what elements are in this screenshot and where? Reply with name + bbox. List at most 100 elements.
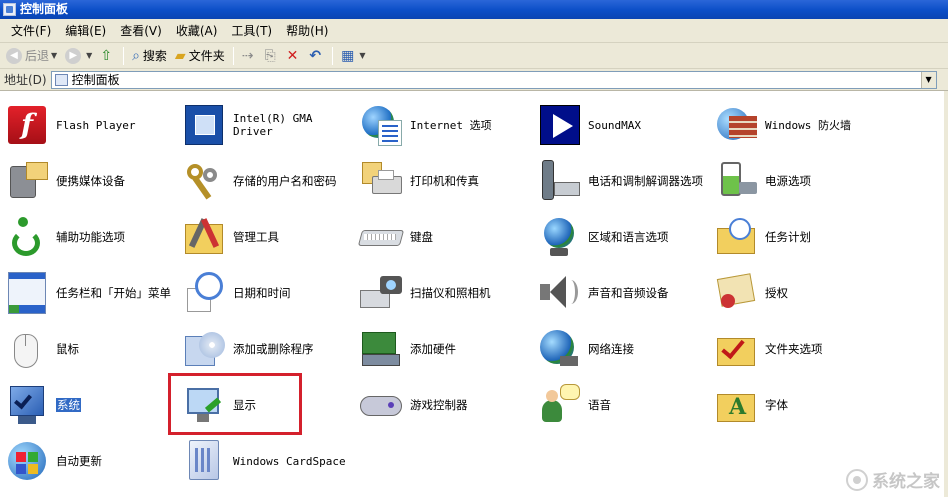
- add-hardware-icon: [358, 326, 404, 372]
- cp-item-regional-language[interactable]: 区域和语言选项: [536, 212, 712, 262]
- cp-item-stored-passwords[interactable]: 存储的用户名和密码: [181, 156, 357, 206]
- cp-item-add-hardware[interactable]: 添加硬件: [358, 324, 534, 374]
- cp-item-soundmax[interactable]: SoundMAX: [536, 100, 712, 150]
- chevron-down-icon[interactable]: ▼: [920, 71, 936, 88]
- cp-item-label-text: 显示: [233, 397, 256, 412]
- cp-item-administrative-tools[interactable]: 管理工具: [181, 212, 357, 262]
- system-icon: [4, 382, 50, 428]
- cp-item-licensing[interactable]: 授权: [713, 268, 889, 318]
- automatic-updates-icon: [4, 438, 50, 484]
- portable-media-devices-icon: [4, 158, 50, 204]
- cp-item-label: Intel(R) GMA Driver: [233, 112, 351, 138]
- watermark-logo-icon: [846, 468, 868, 491]
- cp-item-date-time[interactable]: 日期和时间: [181, 268, 357, 318]
- cp-item-portable-media-devices[interactable]: 便携媒体设备: [4, 156, 180, 206]
- toolbar: ◀ 后退 ▼ ▶ ▼ ⇧ ⌕ 搜索 ▰ 文件夹 ⇢ ⎘ ✕ ↶ ▦ ▼: [0, 43, 948, 69]
- cp-item-label: 辅助功能选项: [56, 230, 174, 244]
- cp-item-label-text: Flash Player: [56, 118, 136, 132]
- delete-button[interactable]: ✕: [284, 45, 305, 67]
- cp-item-accessibility[interactable]: 辅助功能选项: [4, 212, 180, 262]
- soundmax-icon: [536, 102, 582, 148]
- cp-item-label: 任务栏和「开始」菜单: [56, 285, 174, 300]
- cp-item-label-text: 存储的用户名和密码: [233, 173, 337, 188]
- back-button[interactable]: ◀ 后退 ▼: [3, 45, 60, 67]
- cp-item-label: 鼠标: [56, 342, 174, 356]
- cp-item-label: Windows CardSpace: [233, 455, 351, 468]
- cp-item-sounds-audio[interactable]: 声音和音频设备: [536, 268, 712, 318]
- cp-item-label: 游戏控制器: [410, 397, 528, 412]
- cp-item-scheduled-tasks[interactable]: 任务计划: [713, 212, 889, 262]
- intel-gma-driver-icon: [181, 102, 227, 148]
- cp-item-label-text: 任务栏和「开始」菜单: [56, 285, 171, 300]
- sounds-audio-icon: [536, 270, 582, 316]
- cp-item-automatic-updates[interactable]: 自动更新: [4, 436, 180, 486]
- cp-item-game-controllers[interactable]: 游戏控制器: [358, 380, 534, 430]
- display-icon: [181, 382, 227, 428]
- cp-item-label: 扫描仪和照相机: [410, 285, 528, 300]
- cp-item-fonts[interactable]: A 字体: [713, 380, 889, 430]
- chevron-down-icon[interactable]: ▼: [86, 51, 92, 60]
- forward-button[interactable]: ▶ ▼: [62, 45, 95, 67]
- cp-item-folder-options[interactable]: 文件夹选项: [713, 324, 889, 374]
- cp-item-flash-player[interactable]: f Flash Player: [4, 100, 180, 150]
- chevron-down-icon[interactable]: ▼: [359, 51, 365, 60]
- cp-item-network-connections[interactable]: 网络连接: [536, 324, 712, 374]
- menu-favorites[interactable]: 收藏(A): [169, 22, 225, 39]
- cp-item-label-text: 自动更新: [56, 453, 102, 468]
- cp-item-printers-faxes[interactable]: 打印机和传真: [358, 156, 534, 206]
- cp-item-display[interactable]: 显示: [181, 380, 357, 430]
- move-to-button[interactable]: ⇢: [239, 45, 260, 67]
- cp-item-phone-modem[interactable]: 电话和调制解调器选项: [536, 156, 712, 206]
- cp-item-power-options[interactable]: 电源选项: [713, 156, 889, 206]
- cp-item-label-text: 添加硬件: [410, 341, 456, 356]
- cp-item-label-text: 扫描仪和照相机: [410, 285, 491, 300]
- cp-item-label-text: 授权: [765, 285, 788, 300]
- copy-to-button[interactable]: ⎘: [261, 45, 281, 67]
- cp-item-label-text: 文件夹选项: [765, 341, 823, 356]
- move-to-icon: ⇢: [241, 47, 254, 64]
- cp-item-label: Internet 选项: [410, 119, 528, 132]
- menu-view[interactable]: 查看(V): [113, 22, 169, 39]
- cp-item-label-text: 游戏控制器: [410, 397, 468, 412]
- address-input[interactable]: 控制面板 ▼: [50, 70, 937, 89]
- windows-cardspace-icon: [181, 438, 227, 484]
- menu-file[interactable]: 文件(F): [4, 22, 58, 39]
- cp-item-system[interactable]: 系统: [4, 380, 180, 430]
- menu-edit[interactable]: 编辑(E): [58, 22, 113, 39]
- up-folder-button[interactable]: ⇧: [97, 45, 118, 67]
- cp-item-intel-gma-driver[interactable]: Intel(R) GMA Driver: [181, 100, 357, 150]
- undo-button[interactable]: ↶: [306, 45, 327, 67]
- search-button[interactable]: ⌕ 搜索: [129, 45, 170, 67]
- cp-item-label-text: 声音和音频设备: [588, 285, 669, 300]
- cp-item-internet-options[interactable]: Internet 选项: [358, 100, 534, 150]
- views-button[interactable]: ▦ ▼: [338, 45, 368, 67]
- scheduled-tasks-icon: [713, 214, 759, 260]
- cp-item-scanners-cameras[interactable]: 扫描仪和照相机: [358, 268, 534, 318]
- menu-tools[interactable]: 工具(T): [224, 22, 279, 39]
- copy-to-icon: ⎘: [264, 47, 276, 64]
- menu-help[interactable]: 帮助(H): [279, 22, 335, 39]
- cp-item-label: 字体: [765, 397, 883, 412]
- cp-item-speech[interactable]: 语音: [536, 380, 712, 430]
- chevron-down-icon[interactable]: ▼: [51, 51, 57, 60]
- cp-item-add-remove-programs[interactable]: 添加或删除程序: [181, 324, 357, 374]
- cp-item-label-text: 字体: [765, 397, 788, 412]
- cp-item-windows-firewall[interactable]: Windows 防火墙: [713, 100, 889, 150]
- toolbar-separator: [123, 46, 125, 65]
- cp-item-label: Windows 防火墙: [765, 119, 883, 132]
- scrollbar[interactable]: [944, 91, 948, 497]
- folders-button[interactable]: ▰ 文件夹: [172, 45, 228, 67]
- cp-item-mouse[interactable]: 鼠标: [4, 324, 180, 374]
- cp-item-label: 文件夹选项: [765, 341, 883, 356]
- cp-item-label-text: 网络连接: [588, 341, 634, 356]
- cp-item-taskbar-start-menu[interactable]: 任务栏和「开始」菜单: [4, 268, 180, 318]
- back-arrow-icon: ◀: [6, 47, 22, 64]
- cp-item-label: 打印机和传真: [410, 174, 528, 188]
- control-panel-items: f Flash Player Intel(R) GMA Driver Internet…: [0, 91, 944, 497]
- cp-item-label-text: Internet 选项: [410, 118, 492, 132]
- cp-item-label-text: 电源选项: [765, 173, 811, 188]
- cp-item-windows-cardspace[interactable]: Windows CardSpace: [181, 436, 357, 486]
- control-panel-icon: [54, 73, 68, 86]
- keyboard-icon: [357, 214, 405, 260]
- cp-item-keyboard[interactable]: 键盘: [357, 212, 534, 262]
